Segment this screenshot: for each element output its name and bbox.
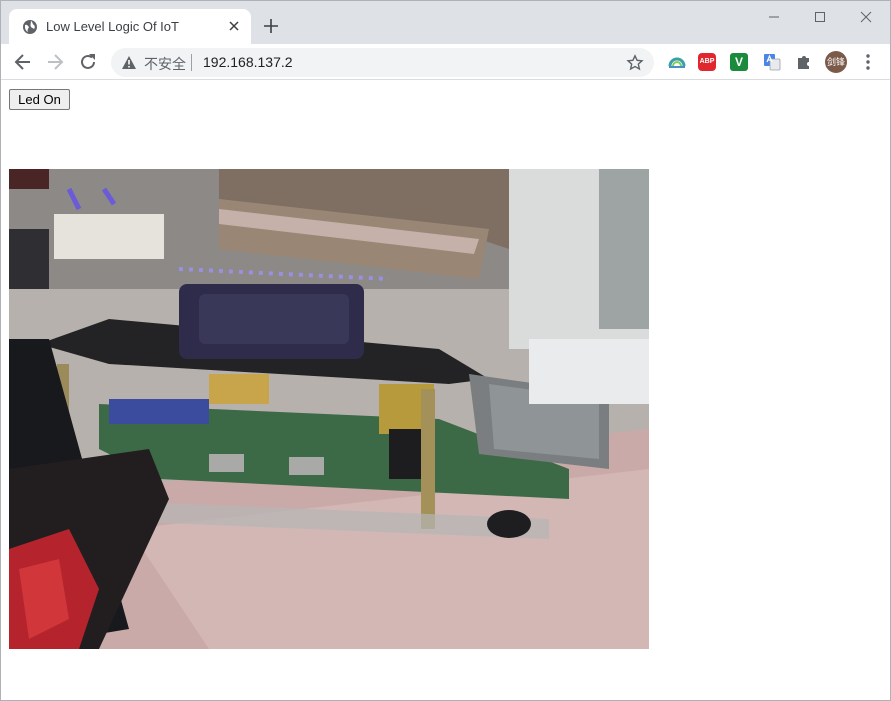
- browser-window: Low Level Logic Of IoT 不安全 192.168.137.2…: [0, 0, 891, 701]
- bookmark-star-icon[interactable]: [626, 54, 644, 72]
- maximize-icon[interactable]: [809, 6, 831, 28]
- back-icon[interactable]: [12, 51, 34, 73]
- v-extension-icon[interactable]: V: [730, 53, 748, 71]
- page-content: Led On: [1, 81, 890, 700]
- url-text[interactable]: 192.168.137.2: [203, 54, 293, 70]
- forward-icon[interactable]: [44, 51, 66, 73]
- globe-icon: [23, 20, 37, 34]
- reload-icon[interactable]: [77, 51, 99, 73]
- browser-toolbar: 不安全 192.168.137.2 ABP V 剑锋: [1, 44, 890, 80]
- camera-feed-scene: [9, 169, 649, 649]
- tab-title: Low Level Logic Of IoT: [46, 19, 179, 34]
- security-status[interactable]: 不安全: [144, 54, 186, 74]
- rainbow-extension-icon[interactable]: [666, 51, 688, 73]
- camera-feed-image: [9, 169, 649, 649]
- profile-avatar[interactable]: 剑锋: [825, 51, 847, 73]
- close-tab-icon[interactable]: [226, 18, 242, 34]
- active-tab[interactable]: Low Level Logic Of IoT: [9, 9, 251, 44]
- minimize-icon[interactable]: [763, 6, 785, 28]
- address-bar[interactable]: 不安全 192.168.137.2: [111, 48, 654, 77]
- extensions-puzzle-icon[interactable]: [793, 51, 815, 73]
- led-on-button[interactable]: Led On: [9, 89, 70, 110]
- google-translate-icon[interactable]: [761, 51, 783, 73]
- kebab-menu-icon[interactable]: [857, 51, 879, 73]
- new-tab-icon[interactable]: [261, 16, 281, 36]
- tab-strip: Low Level Logic Of IoT: [1, 1, 890, 44]
- warning-icon[interactable]: [121, 55, 137, 70]
- close-window-icon[interactable]: [855, 6, 877, 28]
- adblock-plus-icon[interactable]: ABP: [698, 53, 716, 71]
- omnibox-divider: [191, 54, 192, 71]
